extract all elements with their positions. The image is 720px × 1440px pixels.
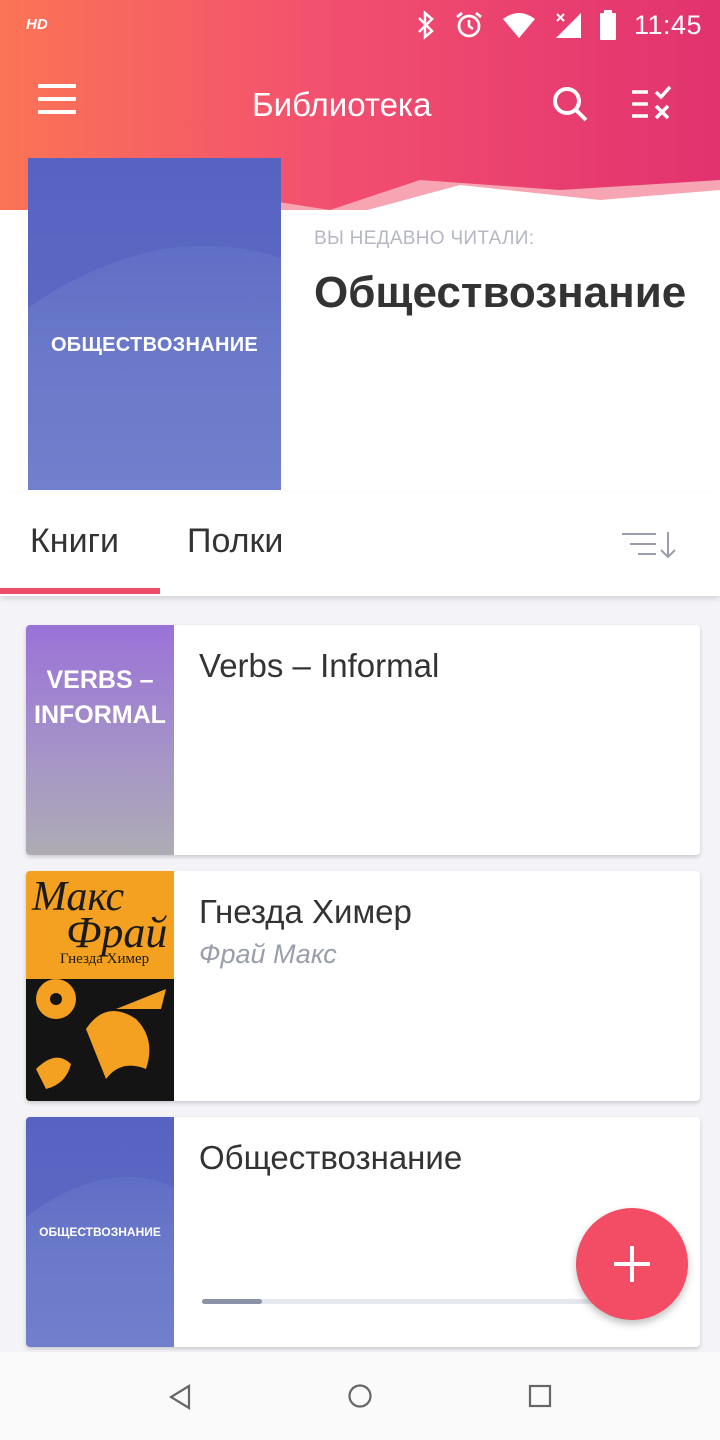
toolbar: Библиотека xyxy=(0,62,720,146)
battery-icon xyxy=(599,10,616,40)
back-icon[interactable] xyxy=(168,1384,192,1410)
bluetooth-icon xyxy=(418,10,434,40)
page-title: Библиотека xyxy=(252,86,432,123)
book-cover: ОБЩЕСТВОЗНАНИЕ xyxy=(26,1117,174,1347)
recent-apps-icon[interactable] xyxy=(528,1384,552,1408)
system-nav-bar xyxy=(0,1352,720,1440)
tab-books[interactable]: Книги xyxy=(30,522,119,561)
alarm-icon xyxy=(456,11,482,38)
book-title: Гнезда Химер xyxy=(199,893,412,930)
book-card[interactable]: VERBS – INFORMAL Verbs – Informal xyxy=(26,625,700,855)
wifi-icon xyxy=(502,13,535,38)
search-icon[interactable] xyxy=(550,84,590,124)
reading-progress-fill xyxy=(202,1299,262,1304)
book-cover: VERBS – INFORMAL xyxy=(26,625,174,855)
recent-book-title[interactable]: Обществознание xyxy=(314,266,694,320)
home-icon[interactable] xyxy=(347,1383,373,1409)
book-title: Обществознание xyxy=(199,1139,463,1176)
signal-icon xyxy=(555,13,581,38)
recent-cover-text: ОБЩЕСТВОЗНАНИЕ xyxy=(50,334,259,356)
recent-book-cover[interactable]: ОБЩЕСТВОЗНАНИЕ xyxy=(28,158,281,490)
book-author: Фрай Макс xyxy=(199,939,337,969)
status-bar: HD 11:45 xyxy=(0,0,720,50)
reading-progress-bar xyxy=(202,1299,602,1304)
book-cover-text: ОБЩЕСТВОЗНАНИЕ xyxy=(39,1225,161,1239)
add-book-button[interactable] xyxy=(576,1208,688,1320)
clock: 11:45 xyxy=(633,9,702,40)
tab-indicator xyxy=(0,588,160,594)
recent-label: ВЫ НЕДАВНО ЧИТАЛИ: xyxy=(314,228,535,249)
select-icon[interactable] xyxy=(630,84,676,124)
book-title: Verbs – Informal xyxy=(199,647,440,684)
tab-shelves[interactable]: Полки xyxy=(187,522,283,561)
sort-icon[interactable] xyxy=(620,530,678,560)
hd-indicator: HD xyxy=(26,16,48,33)
cover-illustration xyxy=(26,979,174,1101)
book-cover: Макс Фрай Гнезда Химер xyxy=(26,871,174,1101)
book-cover-text: VERBS – INFORMAL xyxy=(34,666,166,729)
menu-icon[interactable] xyxy=(38,84,80,124)
book-card[interactable]: Макс Фрай Гнезда Химер Гнезда Химер Фрай… xyxy=(26,871,700,1101)
cover-wave-decoration xyxy=(28,158,281,308)
tab-bar: Книги Полки xyxy=(0,492,720,596)
book-cover-text: Гнезда Химер xyxy=(60,951,150,967)
